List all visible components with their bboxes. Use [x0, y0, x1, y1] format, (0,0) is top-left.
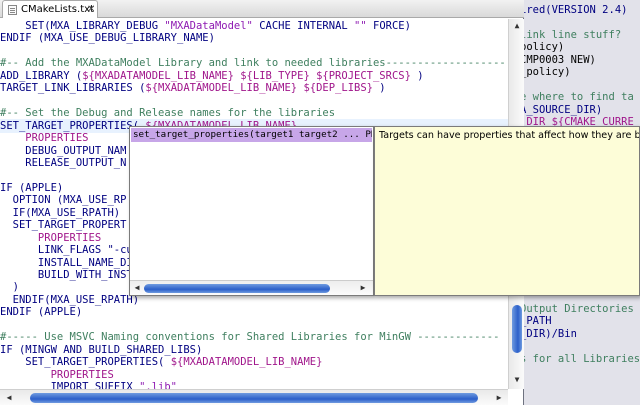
code-token: SET_TARGET_PROPERTIES(	[0, 119, 140, 132]
code-token: s for all Libraries	[520, 352, 640, 365]
code-token: ".lib"	[139, 381, 178, 389]
code-line: IMPORT_SUFFIX ".lib"	[0, 380, 177, 389]
code-token: IF (APPLE)	[0, 181, 64, 194]
code-line: BUILD_WITH_INST	[0, 268, 133, 282]
code-token: ENDIF (APPLE)	[0, 306, 83, 319]
code-token: ${MXADATAMODEL_LIB_NAME}	[164, 356, 323, 369]
code-token: PROPERTIES	[0, 368, 114, 381]
code-token: _PATH	[520, 315, 552, 328]
code-token: "MXADataModel"	[164, 20, 253, 32]
code-token: PROPERTIES	[0, 132, 89, 145]
code-token: IMPORT_SUFFIX	[0, 381, 140, 389]
code-token: IF (MINGW AND BUILD_SHARED_LIBS)	[0, 343, 203, 356]
code-token: Output Directories	[520, 302, 634, 315]
close-tab-icon[interactable]: ✕	[87, 1, 95, 18]
code-token: ENDIF(MXA_USE_RPATH)	[0, 293, 140, 306]
assist-scroll-left-arrow-icon[interactable]: ◀	[132, 283, 142, 293]
horizontal-scroll-thumb[interactable]	[30, 393, 478, 403]
code-token: _DIR)/Bin	[520, 327, 577, 340]
bg-line: _DIR)/Bin	[520, 327, 577, 341]
bg-line: _policy)	[520, 65, 571, 79]
code-token: PROPERTIES	[0, 231, 102, 244]
code-token: BUILD_WITH_INST	[0, 269, 133, 281]
vertical-scroll-thumb[interactable]	[512, 305, 522, 353]
code-token: CACHE INTERNAL	[252, 20, 355, 32]
code-token: OPTION (MXA_USE_RP	[0, 194, 127, 207]
code-line: RELEASE_OUTPUT_N	[0, 156, 126, 170]
code-token: e where to find ta	[520, 91, 634, 104]
assist-item-selected[interactable]: set_target_properties(target1 target2 ..…	[131, 128, 372, 142]
code-token: ${MXADATAMODEL_LIB_NAME} ${LIB_TYPE} ${P…	[82, 69, 411, 82]
content-assist-popup: set_target_properties(target1 target2 ..…	[129, 126, 374, 296]
code-token: _policy)	[520, 66, 571, 79]
code-token: policy)	[520, 41, 565, 54]
assist-horizontal-scrollbar[interactable]: ◀ ▶	[130, 280, 373, 295]
scroll-down-arrow-icon[interactable]: ▼	[511, 375, 523, 385]
code-line: TARGET_LINK_LIBRARIES (${MXADATAMODEL_LI…	[0, 81, 386, 95]
code-token: TARGET_LINK_LIBRARIES (	[0, 82, 146, 95]
editor-tab-bar: CMakeLists.txt ✕	[0, 0, 524, 18]
code-token: ${MXADATAMODEL_LIB_NAME} ${DEP_LIBS}	[145, 82, 373, 95]
code-token: #-- Set the Debug and Release names for …	[0, 107, 336, 120]
assist-scroll-right-arrow-icon[interactable]: ▶	[358, 283, 368, 293]
code-token: SET(MXA_LIBRARY_DEBUG	[0, 20, 165, 32]
scroll-up-arrow-icon[interactable]: ▲	[511, 21, 523, 31]
code-token: ""	[354, 20, 367, 32]
code-token: FORCE)	[366, 20, 411, 32]
code-token: #-- Add the MXADataModel Library and lin…	[0, 57, 506, 70]
code-token: DEBUG_OUTPUT_NAM	[0, 144, 127, 157]
bg-line: s for all Libraries	[520, 352, 640, 366]
code-token: LINK_FLAGS "-cu	[0, 244, 133, 257]
code-token: IF(MXA_USE_RPATH)	[0, 206, 121, 219]
code-token: )	[410, 69, 424, 82]
code-line: ENDIF (APPLE)	[0, 305, 82, 319]
code-token: CMP0003 NEW)	[520, 53, 596, 66]
assist-scroll-thumb[interactable]	[144, 284, 330, 293]
code-token: ired(VERSION 2.4)	[520, 4, 628, 16]
code-token: SET_TARGET_PROPERTIES(	[0, 356, 165, 369]
info-popup: Targets can have properties that affect …	[374, 126, 640, 296]
code-token: RELEASE_OUTPUT_N	[0, 156, 127, 169]
scroll-left-arrow-icon[interactable]: ◀	[4, 393, 14, 403]
tab-title: CMakeLists.txt	[21, 4, 94, 15]
tab-cmakelists[interactable]: CMakeLists.txt ✕	[2, 0, 98, 18]
cmake-file-icon	[8, 5, 17, 15]
code-token: ADD_LIBRARY (	[0, 69, 83, 82]
horizontal-scrollbar[interactable]: ◀ ▶	[0, 389, 508, 405]
code-token: INSTALL_NAME_DI	[0, 256, 133, 269]
code-token: )	[0, 281, 19, 294]
scroll-right-arrow-icon[interactable]: ▶	[494, 393, 504, 403]
code-line: ENDIF (MXA_USE_DEBUG_LIBRARY_NAME)	[0, 31, 215, 45]
bg-line: ired(VERSION 2.4)	[520, 3, 627, 17]
code-token: )	[372, 82, 386, 95]
code-token: link line stuff?	[520, 28, 622, 41]
code-token: A_SOURCE_DIR)	[520, 103, 603, 116]
code-token: ENDIF (MXA_USE_DEBUG_LIBRARY_NAME)	[0, 32, 215, 45]
code-token: SET_TARGET_PROPERT	[0, 219, 127, 232]
code-token: #----- Use MSVC Naming conventions for S…	[0, 331, 500, 344]
